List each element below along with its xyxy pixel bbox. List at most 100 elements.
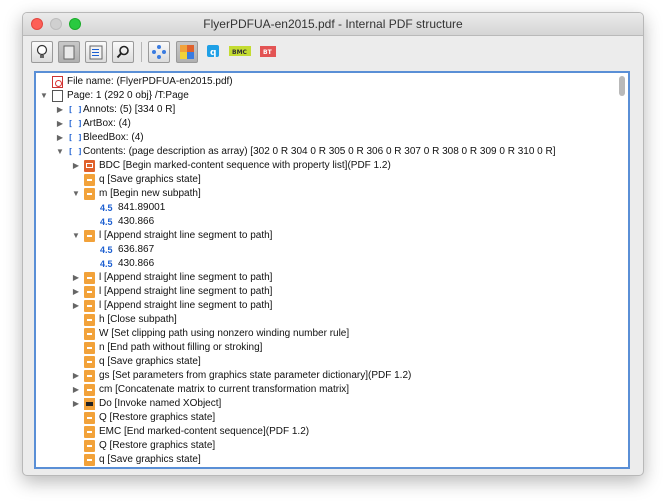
expanded-triangle-icon[interactable]: ▼ xyxy=(72,187,80,201)
title-bar[interactable]: FlyerPDFUA-en2015.pdf - Internal PDF str… xyxy=(23,13,643,36)
q-button[interactable]: q xyxy=(203,41,225,63)
tree-row-label: q [Save graphics state] xyxy=(99,356,201,367)
tree-row-label: l [Append straight line segment to path] xyxy=(99,230,273,241)
tree-row[interactable]: Q [Restore graphics state] xyxy=(40,411,614,425)
structure-view-button[interactable] xyxy=(85,41,107,63)
tree-row[interactable]: 4.5 430.866 xyxy=(40,215,614,229)
tree-row-label: Annots: (5) [334 0 R] xyxy=(83,104,176,115)
tree-row[interactable]: ▼ m [Begin new subpath] xyxy=(40,187,614,201)
array-icon: [ ] xyxy=(68,147,83,156)
window-title: FlyerPDFUA-en2015.pdf - Internal PDF str… xyxy=(203,17,463,31)
expanded-triangle-icon[interactable]: ▼ xyxy=(56,145,64,159)
colored-tree-icon xyxy=(180,45,194,59)
collapsed-triangle-icon[interactable]: ▶ xyxy=(72,159,80,173)
tree-row[interactable]: 4.5 841.89001 xyxy=(40,201,614,215)
collapsed-triangle-icon[interactable]: ▶ xyxy=(56,131,64,145)
bt-button[interactable]: BT xyxy=(257,41,281,63)
tree-row[interactable]: q [Save graphics state] xyxy=(40,173,614,187)
tree-row[interactable]: ▶ [ ] Annots: (5) [334 0 R] xyxy=(40,103,614,117)
toolbar-separator xyxy=(141,42,142,62)
tree-row[interactable]: n [End path without filling or stroking] xyxy=(40,341,614,355)
number-icon: 4.5 xyxy=(100,203,113,213)
operator-icon xyxy=(84,188,95,200)
bt-tag-icon: BT xyxy=(260,46,276,57)
svg-text:BT: BT xyxy=(263,49,273,56)
tree-colored-button[interactable] xyxy=(176,41,198,63)
toolbar: q BMC BT xyxy=(23,36,643,70)
collapsed-triangle-icon[interactable]: ▶ xyxy=(72,369,80,383)
page-icon xyxy=(63,45,75,59)
tree-row[interactable]: h [Close subpath] xyxy=(40,313,614,327)
structure-tree-panel[interactable]: File name: (FlyerPDFUA-en2015.pdf) ▼ Page:… xyxy=(34,71,630,469)
tree-row-label: h [Close subpath] xyxy=(99,314,177,325)
operator-icon xyxy=(84,328,95,340)
vertical-scrollbar-thumb[interactable] xyxy=(619,76,625,96)
pdf-structure-window: FlyerPDFUA-en2015.pdf - Internal PDF str… xyxy=(22,12,644,476)
operator-icon xyxy=(84,300,95,312)
tree-row-label: 841.89001 xyxy=(118,202,166,213)
collapsed-triangle-icon[interactable]: ▶ xyxy=(72,271,80,285)
operator-icon xyxy=(84,174,95,186)
expanded-triangle-icon[interactable]: ▼ xyxy=(72,229,80,243)
array-icon: [ ] xyxy=(68,105,83,114)
tree-row-label: Contents: (page description as array) [3… xyxy=(83,146,556,157)
tree-row[interactable]: File name: (FlyerPDFUA-en2015.pdf) xyxy=(40,75,614,89)
tree-row[interactable]: 4.5 636.867 xyxy=(40,243,614,257)
lightbulb-icon xyxy=(36,44,48,58)
collapsed-triangle-icon[interactable]: ▶ xyxy=(56,103,64,117)
collapsed-triangle-icon[interactable]: ▶ xyxy=(72,285,80,299)
tree-row[interactable]: ▶ cm [Concatenate matrix to current trans… xyxy=(40,383,614,397)
tree-row-label: File name: (FlyerPDFUA-en2015.pdf) xyxy=(67,76,233,87)
number-icon: 4.5 xyxy=(100,245,113,255)
document-structure-icon xyxy=(89,45,103,59)
tree-row-label: EMC [End marked-content sequence](PDF 1.… xyxy=(99,426,310,437)
bmc-button[interactable]: BMC xyxy=(227,41,255,63)
tree-row-label: BleedBox: (4) xyxy=(83,132,144,143)
tree-row[interactable]: q [Save graphics state] xyxy=(40,355,614,369)
operator-icon xyxy=(84,426,95,438)
tree-row[interactable]: ▶ BDC [Begin marked-content sequence with… xyxy=(40,159,614,173)
tree-row-label: cm [Concatenate matrix to current transf… xyxy=(99,384,350,395)
expanded-triangle-icon[interactable]: ▼ xyxy=(40,89,48,103)
nodes-button[interactable] xyxy=(148,41,170,63)
tree-row[interactable]: ▶ Do [Invoke named XObject] xyxy=(40,397,614,411)
page-view-button[interactable] xyxy=(58,41,80,63)
search-button[interactable] xyxy=(112,41,134,63)
tree-row-label: q [Save graphics state] xyxy=(99,454,201,465)
tree-row[interactable]: ▶ l [Append straight line segment to path… xyxy=(40,299,614,313)
collapsed-triangle-icon[interactable]: ▶ xyxy=(72,299,80,313)
operator-icon xyxy=(84,272,95,284)
tree-row[interactable]: ▼ l [Append straight line segment to path… xyxy=(40,229,614,243)
tree-row-label: ArtBox: (4) xyxy=(83,118,131,129)
tree-row[interactable]: Q [Restore graphics state] xyxy=(40,439,614,453)
tree-row[interactable]: ▶ gs [Set parameters from graphics state … xyxy=(40,369,614,383)
tree-row[interactable]: ▶ [ ] ArtBox: (4) xyxy=(40,117,614,131)
bmc-tag-icon: BMC xyxy=(229,46,251,56)
collapsed-triangle-icon[interactable]: ▶ xyxy=(72,383,80,397)
tree-row[interactable]: W [Set clipping path using nonzero windi… xyxy=(40,327,614,341)
tree-row-label: Page: 1 (292 0 obj} /T:Page xyxy=(67,90,189,101)
collapsed-triangle-icon[interactable]: ▶ xyxy=(56,117,64,131)
q-tag-icon: q xyxy=(207,45,219,58)
tree-row-label: l [Append straight line segment to path] xyxy=(99,300,273,311)
tree-row[interactable]: q [Save graphics state] xyxy=(40,453,614,467)
tree-row[interactable]: ▶ l [Append straight line segment to path… xyxy=(40,285,614,299)
bulb-icon-button[interactable] xyxy=(31,41,53,63)
collapsed-triangle-icon[interactable]: ▶ xyxy=(72,397,80,411)
tree-row-label: W [Set clipping path using nonzero windi… xyxy=(99,328,350,339)
tree-row[interactable]: ▼ [ ] Contents: (page description as array… xyxy=(40,145,614,159)
tree-row-label: n [End path without filling or stroking] xyxy=(99,342,263,353)
number-icon: 4.5 xyxy=(100,217,113,227)
tree-row[interactable]: ▶ l [Append straight line segment to path… xyxy=(40,271,614,285)
tree-row-label: Q [Restore graphics state] xyxy=(99,412,216,423)
tree-row[interactable]: ▼ Page: 1 (292 0 obj} /T:Page xyxy=(40,89,614,103)
array-icon: [ ] xyxy=(68,119,83,128)
operator-icon xyxy=(84,370,95,382)
array-icon: [ ] xyxy=(68,133,83,142)
tree-row[interactable]: EMC [End marked-content sequence](PDF 1.… xyxy=(40,425,614,439)
tree-row[interactable]: 4.5 430.866 xyxy=(40,257,614,271)
tree-row-label: Q [Restore graphics state] xyxy=(99,440,216,451)
tree-row-label: BDC [Begin marked-content sequence with … xyxy=(99,160,391,171)
xobject-icon xyxy=(84,398,95,410)
tree-row[interactable]: ▶ [ ] BleedBox: (4) xyxy=(40,131,614,145)
